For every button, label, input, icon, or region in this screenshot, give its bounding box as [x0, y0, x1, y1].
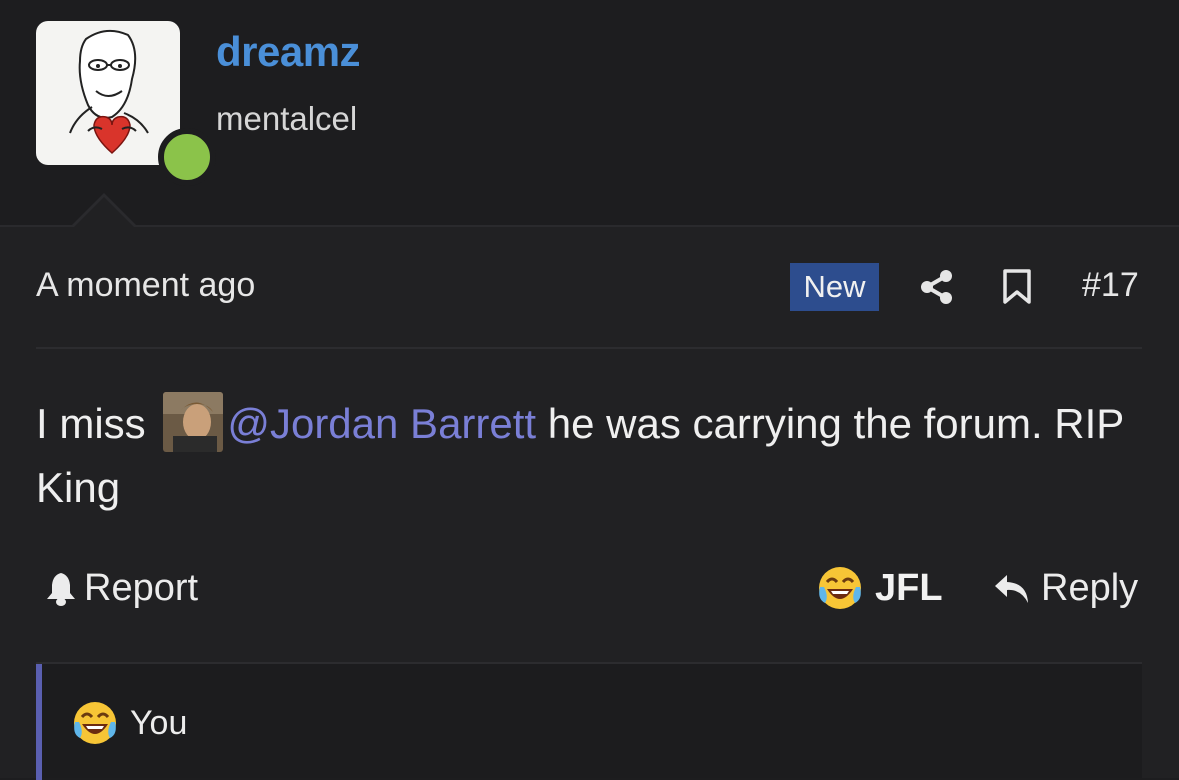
reactions-list[interactable]: You	[72, 700, 187, 746]
bookmark-icon[interactable]	[1001, 268, 1033, 306]
new-badge: New	[790, 263, 879, 311]
user-avatar[interactable]	[36, 21, 216, 186]
reply-button[interactable]: Reply	[993, 567, 1138, 610]
reaction-button[interactable]: JFL	[817, 565, 943, 611]
reactions-summary[interactable]: You	[36, 662, 1142, 780]
user-title: mentalcel	[216, 100, 358, 137]
username[interactable]: dreamz	[216, 28, 361, 76]
user-mention-link[interactable]: @Jordan Barrett	[227, 400, 536, 447]
reactions-accent-bar	[36, 664, 42, 780]
share-icon[interactable]	[918, 268, 956, 306]
header-divider	[0, 225, 1179, 227]
report-label: Report	[84, 567, 199, 609]
post-message: I miss @Jordan Barrett he was carrying t…	[36, 392, 1146, 520]
laughing-crying-emoji-icon	[819, 567, 861, 609]
message-text-before: I miss	[36, 400, 146, 447]
post-separator	[36, 347, 1142, 349]
post-number-link[interactable]: #17	[1082, 266, 1139, 305]
reply-arrow-icon	[995, 574, 1028, 603]
mention-avatar[interactable]	[163, 392, 224, 452]
reaction-label: JFL	[875, 566, 943, 609]
bell-icon	[47, 572, 75, 606]
reply-label: Reply	[1041, 567, 1139, 609]
report-button[interactable]: Report	[44, 567, 198, 610]
laughing-crying-emoji-icon	[74, 702, 116, 744]
reactions-user-label: You	[130, 703, 188, 742]
online-status-indicator	[158, 128, 216, 186]
message-notch-inner	[74, 197, 134, 227]
avatar-drawing	[69, 29, 149, 155]
post-timestamp[interactable]: A moment ago	[36, 266, 255, 305]
